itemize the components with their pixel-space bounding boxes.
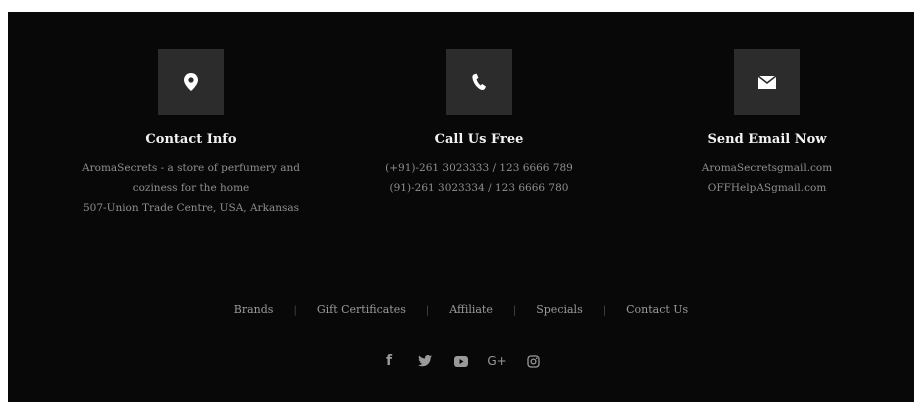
link-gift-certificates[interactable]: Gift Certificates [317,302,406,318]
youtube-icon[interactable] [452,352,470,370]
contact-address: 507-Union Trade Centre, USA, Arkansas [83,202,299,214]
footer-links: Brands | Gift Certificates | Affiliate |… [8,302,914,318]
contact-icon-box [158,49,224,115]
email-icon-box [734,49,800,115]
contact-info-column: Contact Info AromaSecrets - a store of p… [41,49,341,218]
phone-number: (+91)-261 3023333 / 123 6666 789 [385,162,573,174]
map-marker-icon [184,73,198,91]
contact-line: coziness for the home [132,182,250,194]
link-brands[interactable]: Brands [234,302,274,318]
phone-number: (91)-261 3023334 / 123 6666 780 [389,182,569,194]
phone-icon [472,73,486,90]
instagram-icon[interactable] [524,352,542,370]
call-us-title: Call Us Free [434,132,524,147]
twitter-icon[interactable] [416,352,434,370]
social-links: f G+ [8,352,914,370]
call-icon-box [446,49,512,115]
link-affiliate[interactable]: Affiliate [449,302,493,318]
link-separator: | [602,304,607,316]
call-us-column: Call Us Free (+91)-261 3023333 / 123 666… [329,49,629,198]
link-separator: | [512,304,517,316]
link-separator: | [293,304,297,316]
send-email-title: Send Email Now [707,132,827,147]
link-separator: | [425,304,430,316]
email-address[interactable]: AromaSecretsgmail.com [617,158,917,178]
link-contact-us[interactable]: Contact Us [626,302,688,318]
contact-info-title: Contact Info [145,132,237,147]
google-plus-icon[interactable]: G+ [487,352,506,370]
contact-line: AromaSecrets - a store of perfumery and [82,162,300,174]
email-address[interactable]: OFFHelpASgmail.com [617,178,917,198]
link-specials[interactable]: Specials [536,302,583,318]
facebook-icon[interactable]: f [380,352,398,370]
send-email-column: Send Email Now AromaSecretsgmail.com OFF… [617,49,917,198]
envelope-icon [758,75,776,89]
footer: Contact Info AromaSecrets - a store of p… [8,12,914,402]
